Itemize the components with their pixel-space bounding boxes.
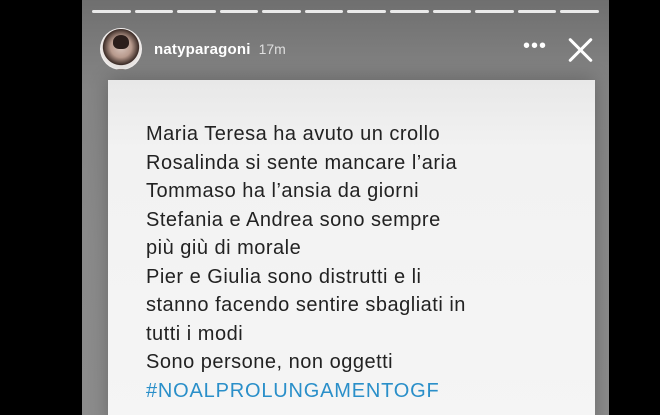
username[interactable]: natyparagoni [154, 41, 251, 58]
post-line: Sono persone, non oggetti [146, 351, 394, 373]
progress-segment [92, 10, 131, 13]
story-viewer[interactable]: natyparagoni 17m ••• Maria Teresa ha avu… [82, 0, 609, 415]
post-time: 17m [258, 41, 286, 57]
progress-segment [347, 10, 387, 13]
post-line: Maria Teresa ha avuto un crollo [146, 123, 441, 145]
story-progress-bar [92, 10, 599, 13]
avatar[interactable] [100, 28, 142, 70]
post-line: stanno facendo sentire sbagliati in [146, 294, 466, 316]
progress-segment [390, 10, 429, 13]
post-line: Tommaso ha l’ansia da giorni [146, 180, 420, 202]
post-text: Maria Teresa ha avuto un crollo Rosalind… [146, 120, 586, 405]
post-line: Rosalinda si sente mancare l’aria [146, 151, 458, 174]
progress-segment [177, 10, 216, 13]
progress-segment [304, 10, 344, 13]
post-line: Pier e Giulia sono distrutti e li [146, 265, 422, 288]
progress-segment [517, 10, 557, 13]
progress-segment [475, 10, 514, 13]
progress-segment [219, 10, 259, 13]
text-post-image: Maria Teresa ha avuto un crollo Rosalind… [108, 80, 595, 415]
progress-segment [134, 10, 174, 13]
post-line: Stefania e Andrea sono sempre [146, 208, 441, 231]
more-options-icon[interactable]: ••• [523, 35, 547, 58]
story-header: natyparagoni 17m ••• [100, 24, 595, 74]
progress-segment [560, 10, 599, 13]
screen: natyparagoni 17m ••• Maria Teresa ha avu… [0, 0, 660, 415]
progress-segment [432, 10, 472, 13]
hashtag-link[interactable]: #NOALPROLUNGAMENTOGF [146, 377, 586, 406]
progress-segment [262, 10, 301, 13]
post-line: più giù di morale [146, 237, 302, 259]
post-line: tutti i modi [146, 322, 244, 345]
close-icon[interactable] [565, 34, 595, 64]
